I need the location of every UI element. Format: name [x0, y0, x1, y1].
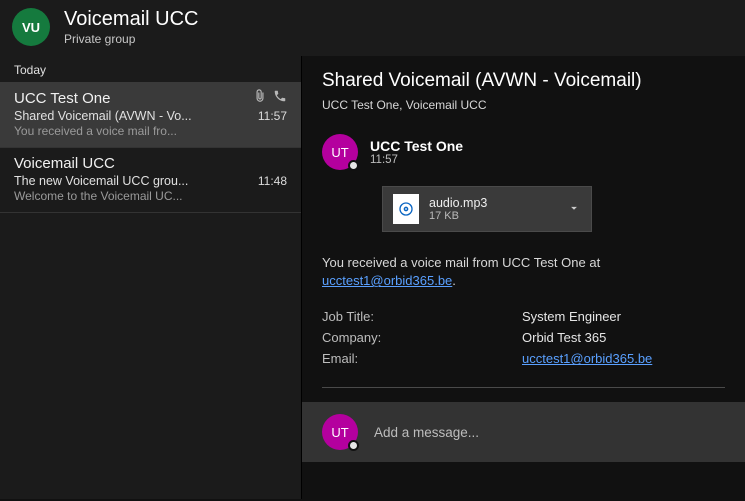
- phone-icon: [273, 89, 287, 106]
- group-header: VU Voicemail UCC Private group: [0, 0, 745, 56]
- message-sender: Voicemail UCC: [14, 155, 115, 172]
- message-list-item[interactable]: Voicemail UCC The new Voicemail UCC grou…: [0, 148, 301, 213]
- job-title-label: Job Title:: [322, 309, 522, 324]
- message-sender: UCC Test One: [14, 90, 110, 107]
- list-section-header: Today: [0, 56, 301, 82]
- message-preview: You received a voice mail fro...: [14, 124, 234, 138]
- body-suffix: .: [452, 273, 456, 288]
- message-preview: Welcome to the Voicemail UC...: [14, 189, 234, 203]
- sender-avatar[interactable]: UT: [322, 134, 358, 170]
- body-email-link[interactable]: ucctest1@orbid365.be: [322, 273, 452, 288]
- presence-indicator-icon: [348, 440, 359, 451]
- reply-avatar: UT: [322, 414, 358, 450]
- message-time: 11:48: [258, 174, 287, 188]
- group-subtitle: Private group: [64, 32, 198, 46]
- email-label: Email:: [322, 351, 522, 366]
- presence-indicator-icon: [348, 160, 359, 171]
- attachment-size: 17 KB: [429, 210, 567, 222]
- message-subject: Shared Voicemail (AVWN - Vo...: [14, 109, 192, 123]
- company-label: Company:: [322, 330, 522, 345]
- message-time: 11:57: [258, 109, 287, 123]
- attachment-icon: [253, 89, 267, 106]
- group-avatar: VU: [12, 8, 50, 46]
- message-list-item[interactable]: UCC Test One Shared Voicemail (AVWN - Vo…: [0, 82, 301, 148]
- reply-avatar-initials: UT: [331, 425, 348, 440]
- divider: [322, 387, 725, 388]
- reply-box[interactable]: UT: [302, 402, 745, 462]
- message-subject: The new Voicemail UCC grou...: [14, 174, 188, 188]
- company-value: Orbid Test 365: [522, 330, 606, 345]
- reply-input[interactable]: [374, 425, 725, 440]
- chevron-down-icon[interactable]: [567, 201, 581, 218]
- sender-initials: UT: [331, 145, 348, 160]
- attachment-card[interactable]: audio.mp3 17 KB: [382, 186, 592, 232]
- job-title-value: System Engineer: [522, 309, 621, 324]
- email-link[interactable]: ucctest1@orbid365.be: [522, 351, 652, 366]
- reading-pane: Shared Voicemail (AVWN - Voicemail) UCC …: [302, 56, 745, 499]
- audio-file-icon: [393, 194, 419, 224]
- message-body: You received a voice mail from UCC Test …: [322, 254, 725, 290]
- sent-time: 11:57: [370, 154, 463, 166]
- contact-info: Job Title: System Engineer Company: Orbi…: [322, 306, 725, 369]
- group-title: Voicemail UCC: [64, 8, 198, 31]
- message-title: Shared Voicemail (AVWN - Voicemail): [322, 70, 725, 92]
- attachment-name: audio.mp3: [429, 196, 567, 210]
- message-list: Today UCC Test One Shared Voicemail (AVW…: [0, 56, 302, 499]
- sender-name: UCC Test One: [370, 138, 463, 154]
- message-recipients: UCC Test One, Voicemail UCC: [322, 98, 725, 112]
- body-prefix: You received a voice mail from UCC Test …: [322, 255, 600, 270]
